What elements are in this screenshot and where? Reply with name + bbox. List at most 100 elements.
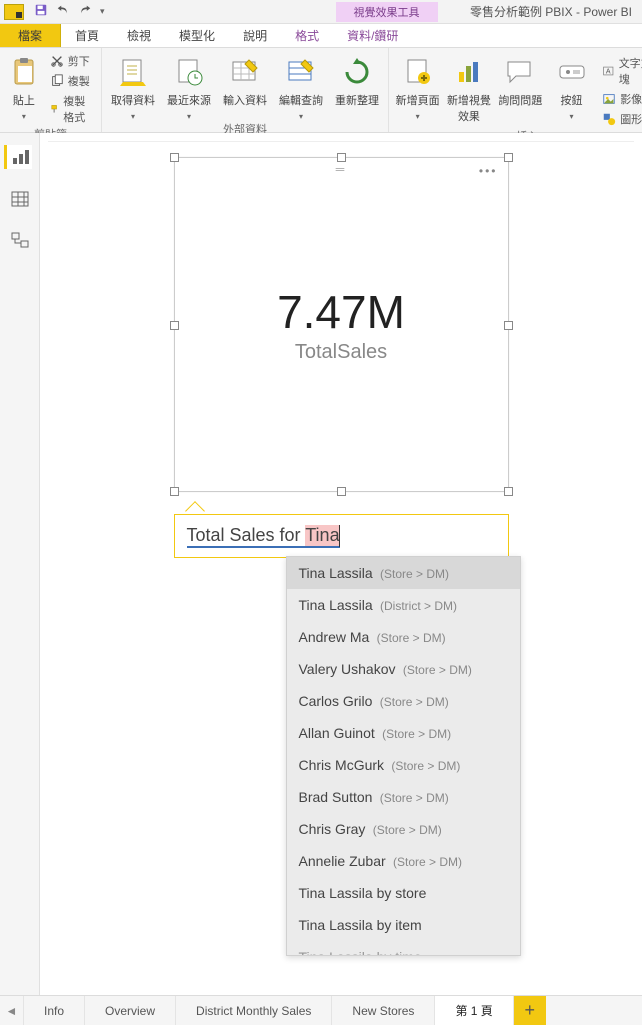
suggestion-name: Valery Ushakov [299,661,396,677]
drag-grip-icon[interactable]: ═ [336,162,347,176]
suggestion-item[interactable]: Tina Lassila (District > DM) [287,589,520,621]
suggestion-item[interactable]: Andrew Ma (Store > DM) [287,621,520,653]
suggestion-item[interactable]: Brad Sutton (Store > DM) [287,781,520,813]
new-visual-icon [453,56,485,88]
copy-button[interactable]: 複製 [48,72,95,90]
suggestion-name: Allan Guinot [299,725,375,741]
suggestion-name: Chris McGurk [299,757,385,773]
suggestion-scope: (Store > DM) [390,855,462,869]
redo-icon[interactable] [78,3,92,20]
contextual-tab-label: 視覺效果工具 [336,2,438,22]
edit-queries-button[interactable]: 編輯查詢▾ [276,50,326,121]
app-icon [4,4,24,20]
suggestion-item[interactable]: Chris Gray (Store > DM) [287,813,520,845]
suggestion-scope: (Store > DM) [373,631,445,645]
add-page-button[interactable]: + [514,996,546,1025]
suggestion-item[interactable]: Valery Ushakov (Store > DM) [287,653,520,685]
suggestion-name: Chris Gray [299,821,366,837]
model-view-button[interactable] [6,229,34,253]
ribbon-group-clipboard: 貼上 ▾ 剪下 複製 複製格式 剪貼簿 [0,48,102,132]
paste-label: 貼上 [13,92,35,108]
refresh-button[interactable]: 重新整理 [332,50,382,108]
format-painter-button[interactable]: 複製格式 [48,92,95,126]
qat-dropdown-icon[interactable]: ▾ [100,6,105,17]
buttons-button[interactable]: 按鈕▾ [549,50,594,121]
recent-sources-button[interactable]: 最近來源▾ [164,50,214,121]
resize-handle[interactable] [170,153,179,162]
report-view-button[interactable] [4,145,32,169]
edit-queries-icon [285,56,317,88]
page-tab-overview[interactable]: Overview [85,996,176,1025]
suggestion-item[interactable]: Allan Guinot (Store > DM) [287,717,520,749]
enter-data-button[interactable]: 輸入資料 [220,50,270,108]
suggestion-item[interactable]: Tina Lassila by time [287,941,520,956]
report-canvas[interactable]: ═ ••• 7.47M TotalSales Total Sales for T… [40,133,642,995]
resize-handle[interactable] [170,321,179,330]
new-page-button[interactable]: 新增頁面▾ [395,50,440,121]
page-tab-district[interactable]: District Monthly Sales [176,996,332,1025]
cut-button[interactable]: 剪下 [48,52,95,70]
suggestion-scope: (District > DM) [377,599,457,613]
paste-button[interactable]: 貼上 ▾ [6,50,42,121]
image-button[interactable]: 影像 [600,90,642,108]
resize-handle[interactable] [337,487,346,496]
page-tab-info[interactable]: Info [24,996,85,1025]
suggestion-item[interactable]: Carlos Grilo (Store > DM) [287,685,520,717]
resize-handle[interactable] [504,153,513,162]
qna-container: Total Sales for Tina Tina Lassila (Store… [174,514,509,558]
resize-handle[interactable] [504,487,513,496]
window-title: 零售分析範例 PBIX - Power BI [470,3,642,20]
suggestion-name: Annelie Zubar [299,853,386,869]
ribbon: 貼上 ▾ 剪下 複製 複製格式 剪貼簿 取得資料▾ 最近來源▾ 輸入資料 [0,48,642,133]
ask-question-button[interactable]: 詢問問題 [498,50,543,108]
suggestion-name: Tina Lassila [299,565,373,581]
visual-menu-icon[interactable]: ••• [479,164,498,178]
tab-home[interactable]: 首頁 [61,24,113,47]
tab-view[interactable]: 檢視 [113,24,165,47]
tab-format[interactable]: 格式 [281,24,333,47]
page-tab-newstores[interactable]: New Stores [332,996,435,1025]
resize-handle[interactable] [337,153,346,162]
suggestion-name: Tina Lassila [299,597,373,613]
textbox-button[interactable]: A文字方塊 [600,54,642,88]
suggestion-name: Tina Lassila by item [299,917,422,933]
qna-input[interactable]: Total Sales for Tina [174,514,509,558]
suggestion-name: Tina Lassila by store [299,885,427,901]
suggestion-item[interactable]: Chris McGurk (Store > DM) [287,749,520,781]
quick-access-toolbar: ▾ [28,3,111,20]
tab-data[interactable]: 資料/鑽研 [333,24,412,47]
page-tab-page1[interactable]: 第 1 頁 [435,996,513,1025]
chat-icon [504,56,536,88]
ribbon-group-insert: 新增頁面▾ 新增視覺效果 詢問問題 按鈕▾ A文字方塊 影像 圖形 ▾ 插入 [389,48,642,132]
tab-file[interactable]: 檔案 [0,24,61,47]
shapes-button[interactable]: 圖形 ▾ [600,110,642,128]
undo-icon[interactable] [56,3,70,20]
tabs-scroll-left[interactable]: ◄ [0,996,24,1025]
suggestion-item[interactable]: Tina Lassila by item [287,909,520,941]
clipboard-icon [8,56,40,88]
enter-data-icon [229,56,261,88]
data-view-button[interactable] [6,187,34,211]
ribbon-group-external-data: 取得資料▾ 最近來源▾ 輸入資料 編輯查詢▾ 重新整理 外部資料 [102,48,389,132]
suggestion-item[interactable]: Tina Lassila by store [287,877,520,909]
save-icon[interactable] [34,3,48,20]
tab-modeling[interactable]: 模型化 [165,24,229,47]
suggestion-name: Brad Sutton [299,789,373,805]
suggestion-scope: (Store > DM) [376,791,448,805]
suggestion-scope: (Store > DM) [379,727,451,741]
recent-icon [173,56,205,88]
qna-suggestions: Tina Lassila (Store > DM)Tina Lassila (D… [286,556,521,956]
suggestion-scope: (Store > DM) [400,663,472,677]
view-rail [0,133,40,995]
resize-handle[interactable] [504,321,513,330]
tab-help[interactable]: 說明 [229,24,281,47]
suggestion-name: Carlos Grilo [299,693,373,709]
resize-handle[interactable] [170,487,179,496]
card-visual[interactable]: ═ ••• 7.47M TotalSales [174,157,509,492]
new-visual-button[interactable]: 新增視覺效果 [446,50,491,124]
get-data-icon [117,56,149,88]
suggestion-item[interactable]: Annelie Zubar (Store > DM) [287,845,520,877]
get-data-button[interactable]: 取得資料▾ [108,50,158,121]
suggestion-item[interactable]: Tina Lassila (Store > DM) [287,557,520,589]
metric-value: 7.47M [277,285,405,339]
